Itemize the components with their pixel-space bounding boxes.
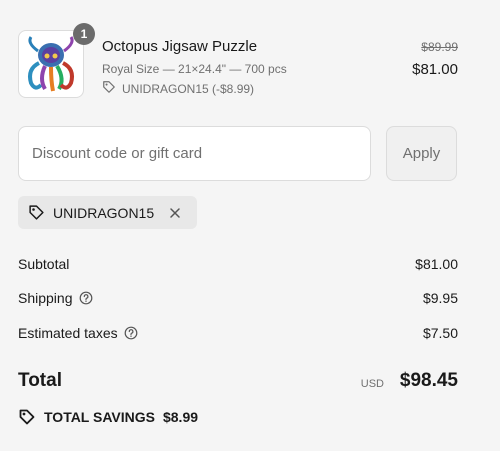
product-variant: Royal Size — 21×24.4" — 700 pcs: [102, 62, 287, 76]
tag-icon: [18, 408, 36, 426]
help-circle-icon[interactable]: [124, 326, 138, 340]
applied-discount-chip: UNIDRAGON15: [18, 196, 197, 229]
shipping-label: Shipping: [18, 290, 73, 306]
total-value: $98.45: [399, 370, 458, 391]
applied-code-text: UNIDRAGON15: [53, 204, 155, 221]
current-price: $81.00: [412, 61, 458, 78]
line-item: 1 Octopus Jigsaw Puzzle Royal Size — 21×…: [18, 23, 458, 102]
quantity-badge: 1: [73, 23, 95, 45]
savings-value: $8.99: [162, 409, 199, 425]
discount-code-input[interactable]: [18, 126, 371, 181]
total-row: Total USD $98.45: [18, 370, 458, 396]
currency-code: USD: [360, 378, 384, 390]
total-label: Total: [18, 370, 62, 391]
product-thumbnail: 1: [18, 23, 95, 98]
apply-button[interactable]: Apply: [386, 126, 457, 181]
taxes-label: Estimated taxes: [18, 325, 118, 341]
taxes-value: $7.50: [422, 325, 458, 341]
total-savings: TOTAL SAVINGS $8.99: [18, 408, 198, 426]
subtotal-label: Subtotal: [18, 256, 70, 272]
product-title: Octopus Jigsaw Puzzle: [102, 38, 258, 55]
product-discount-text: UNIDRAGON15 (-$8.99): [122, 81, 255, 96]
original-price: $89.99: [421, 40, 458, 54]
octopus-puzzle-image: [21, 33, 81, 95]
remove-code-icon[interactable]: [168, 206, 182, 220]
help-circle-icon[interactable]: [79, 291, 93, 305]
tag-icon: [102, 80, 116, 97]
tag-icon: [28, 204, 45, 221]
shipping-value: $9.95: [422, 290, 458, 306]
subtotal-value: $81.00: [415, 256, 458, 272]
savings-label: TOTAL SAVINGS: [44, 409, 155, 425]
product-discount: UNIDRAGON15 (-$8.99): [102, 80, 254, 97]
